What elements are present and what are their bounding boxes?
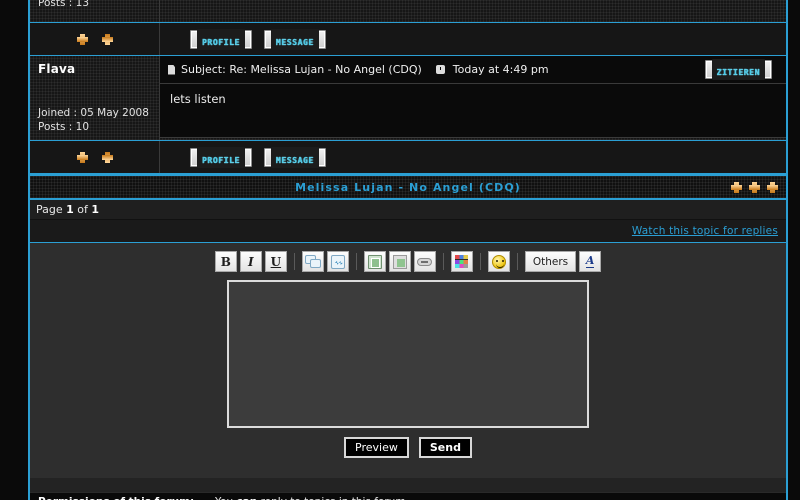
bold-button-label: B [220,254,231,269]
submit-button-row: Preview Send [30,437,786,459]
smiley-face-icon [491,254,506,269]
toolbar-divider [355,253,357,271]
left-gutter [0,0,28,500]
scroll-up-arrow-icon[interactable] [76,33,88,45]
post-row: Posts : 13 [30,0,786,23]
watch-topic-link[interactable]: Watch this topic for replies [632,225,778,237]
post-icon [168,64,175,75]
flash-insert-button[interactable] [388,251,411,273]
font-button[interactable]: A [579,251,602,273]
right-gutter [788,0,800,500]
permissions-value-strong: can [236,496,257,500]
topic-title-bar: Melissa Lujan - No Angel (CDQ) [30,174,786,201]
post-timestamp: Today at 4:49 pm [452,63,549,76]
others-button-label: Others [532,255,569,268]
bold-button[interactable]: B [214,251,237,273]
message-button-label: MESSAGE [275,155,314,165]
post-action-buttons: PROFILE MESSAGE [160,23,786,55]
topic-scroll-arrows [731,176,778,198]
smiley-button[interactable] [487,251,510,273]
send-button[interactable]: Send [418,437,472,459]
color-picker-button[interactable] [450,251,473,273]
scroll-down-arrow-icon[interactable] [101,33,113,45]
link-icon [417,257,433,266]
underline-button-label: U [270,254,282,269]
forum-content-column: Posts : 13 PROFILE MESSAGE Flava Joined … [28,0,788,500]
scroll-down-arrow-icon[interactable] [101,151,113,163]
scroll-top-arrow-icon[interactable] [749,181,760,193]
topic-title: Melissa Lujan - No Angel (CDQ) [295,180,521,194]
post-nav-arrows [30,141,160,174]
quote-button[interactable]: ZITIEREN [704,59,772,80]
pagination-middle: of [77,203,88,217]
post-message-text: lets listen [160,84,786,138]
color-palette-icon [455,255,469,269]
forum-page: Posts : 13 PROFILE MESSAGE Flava Joined … [0,0,800,500]
code-insert-button[interactable] [326,251,349,273]
quick-reply-editor: B I U Others A Preview Send [30,242,786,479]
image-icon [367,254,382,269]
profile-button[interactable]: PROFILE [190,146,252,168]
image-insert-button[interactable] [363,251,386,273]
pagination-total: 1 [91,203,100,217]
post-author-name[interactable]: Flava [38,62,151,76]
code-icon [330,254,345,269]
toolbar-divider [442,253,444,271]
post-row: Flava Joined : 05 May 2008 Posts : 10 Su… [30,56,786,142]
permissions-row: Permissions of this forum: You can reply… [30,492,786,500]
post-author-joined: Joined : 05 May 2008 [38,107,149,119]
pagination-prefix: Page [36,203,63,217]
pagination-bar: Page 1 of 1 [30,200,786,221]
quote-insert-button[interactable] [301,251,324,273]
link-insert-button[interactable] [413,251,436,273]
watch-topic-row: Watch this topic for replies [30,220,786,243]
toolbar-divider [293,253,295,271]
pagination-current: 1 [66,203,74,217]
pagination-label: Page 1 of 1 [36,203,99,216]
bbcode-toolbar: B I U Others A [30,251,786,273]
post-author-postcount: Posts : 10 [38,121,90,134]
italic-button-label: I [248,254,254,269]
scroll-top-arrow-icon[interactable] [731,181,742,193]
underline-button[interactable]: U [264,251,287,273]
textarea-wrapper [30,280,786,429]
message-button[interactable]: MESSAGE [263,146,326,168]
post-count: Posts : 13 [38,0,90,9]
quote-button-wrapper: ZITIEREN [704,59,780,80]
message-button[interactable]: MESSAGE [263,28,326,50]
post-body-column [160,0,786,22]
scroll-top-arrow-icon[interactable] [767,181,778,193]
preview-button[interactable]: Preview [344,437,409,459]
quote-bubble-icon [305,255,322,269]
others-button[interactable]: Others [524,251,577,273]
permissions-value: You can reply to topics in this forum [215,496,406,500]
toolbar-divider [479,253,481,271]
post-author-column: Flava Joined : 05 May 2008 Posts : 10 [30,56,160,141]
post-subject: Subject: Re: Melissa Lujan - No Angel (C… [181,63,422,76]
profile-button[interactable]: PROFILE [190,28,252,50]
permissions-value-pre: You [215,496,236,500]
profile-button-label: PROFILE [202,37,240,47]
post-body-column: Subject: Re: Melissa Lujan - No Angel (C… [160,56,786,140]
post-nav-arrows [30,23,160,55]
post-author-column: Posts : 13 [30,0,160,22]
post-footer: PROFILE MESSAGE [30,23,786,56]
post-action-buttons: PROFILE MESSAGE [160,141,786,173]
flash-icon [392,254,407,269]
post-subject-bar: Subject: Re: Melissa Lujan - No Angel (C… [160,56,786,84]
reply-textarea[interactable] [227,280,589,429]
post-footer: PROFILE MESSAGE [30,141,786,175]
permissions-label: Permissions of this forum: [30,496,215,500]
message-button-label: MESSAGE [275,37,314,47]
profile-button-label: PROFILE [202,155,240,165]
italic-button[interactable]: I [239,251,262,273]
toolbar-divider [516,253,518,271]
clock-icon [435,65,445,74]
editor-footer-spacer [30,478,786,493]
font-style-icon: A [585,254,595,269]
scroll-up-arrow-icon[interactable] [76,151,88,163]
quote-button-label: ZITIEREN [716,68,760,77]
permissions-value-post: reply to topics in this forum [257,496,406,500]
